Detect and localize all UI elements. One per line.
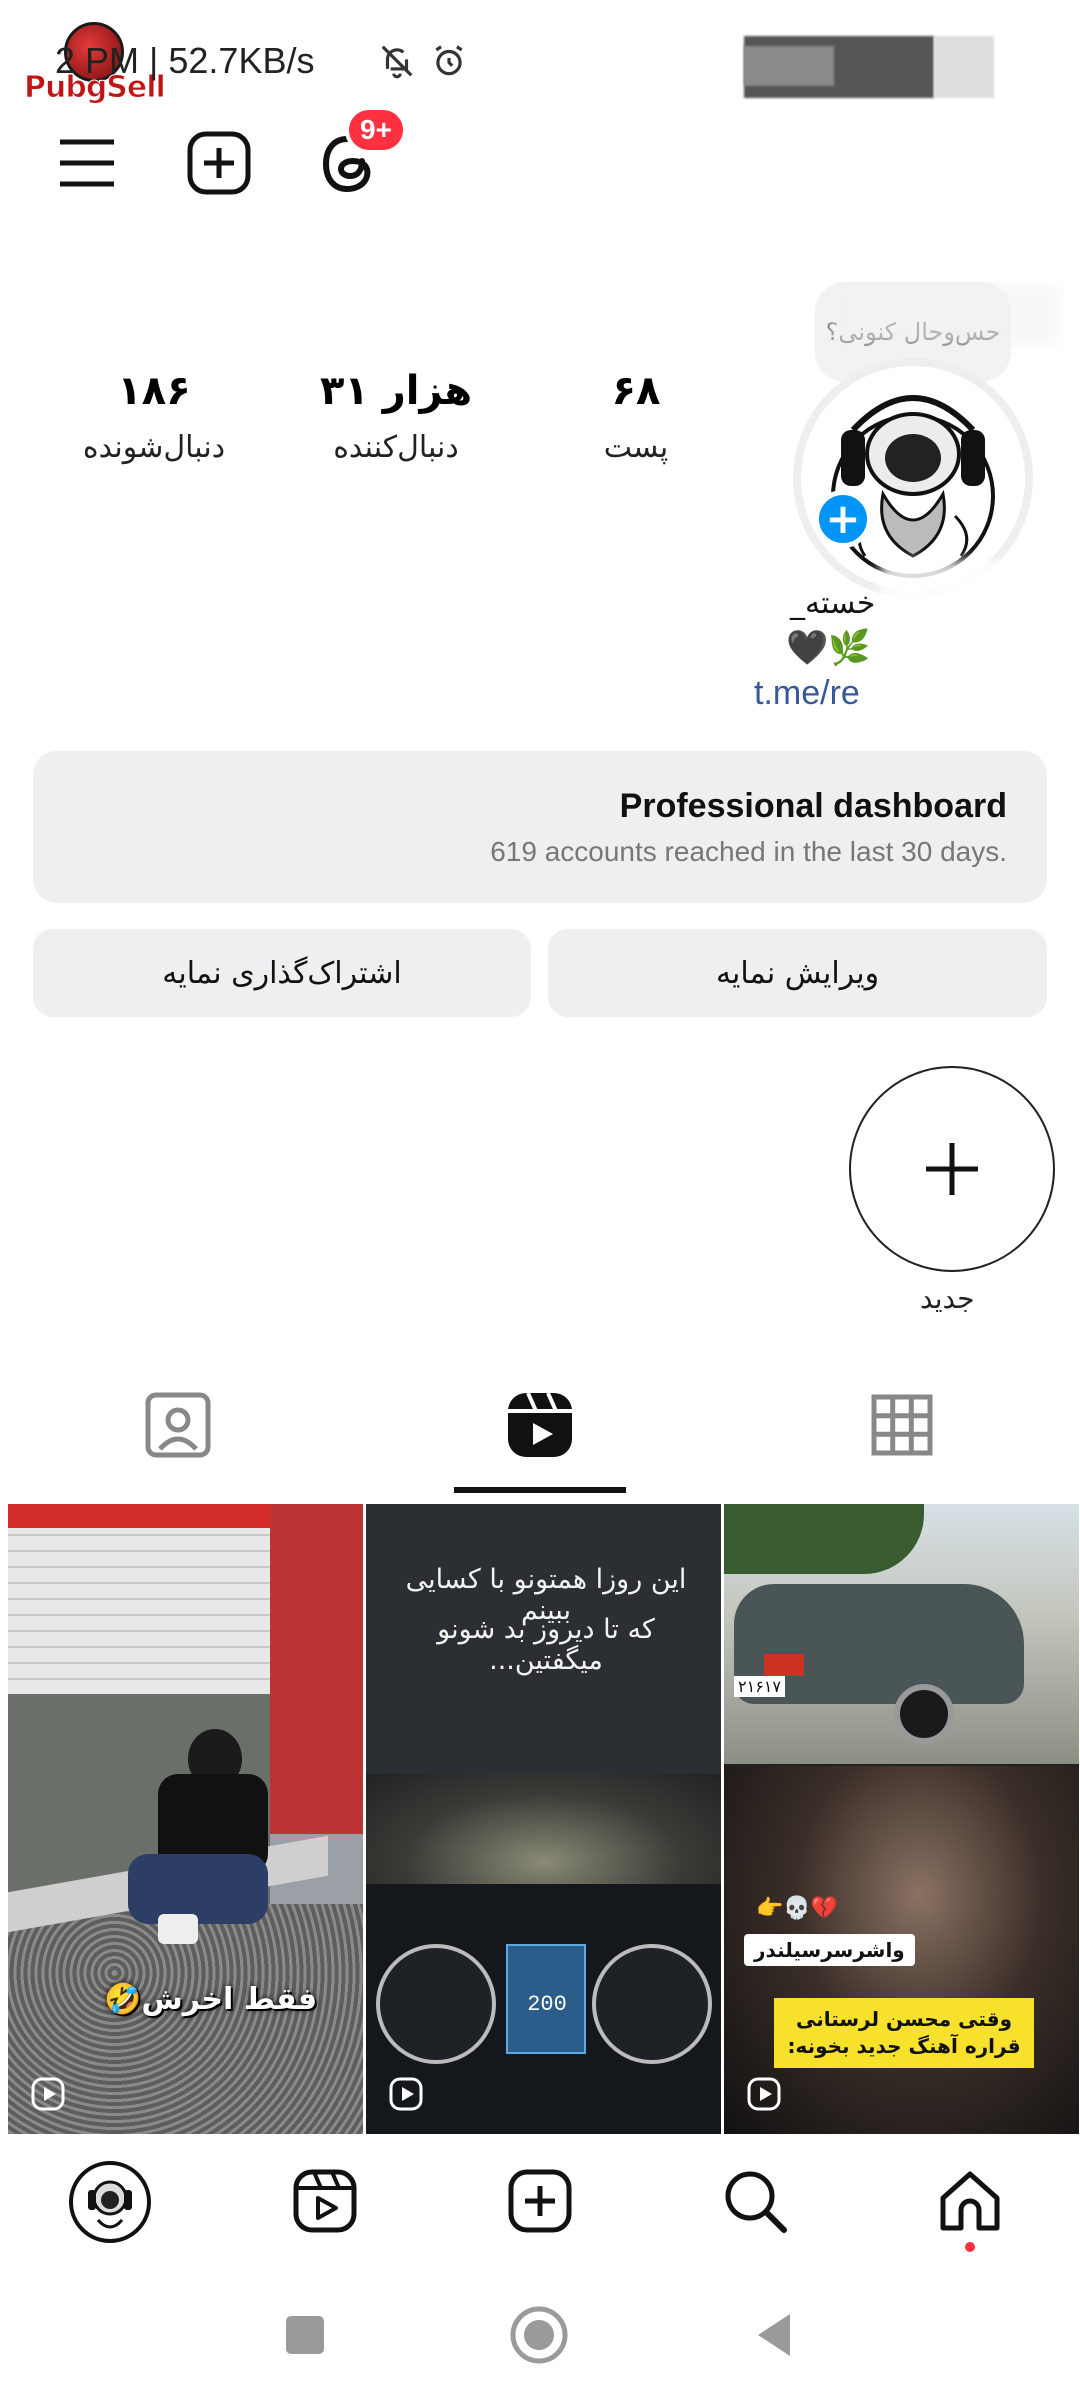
reel-2-caption-line2: که تا دیروز بد شونو میگفتین... — [437, 1614, 655, 1676]
stat-followers[interactable]: ۳۱ هزار دنبال‌کننده — [276, 368, 516, 465]
profile-bio: 🖤🌿 — [786, 628, 871, 668]
new-highlight-label: جدید — [920, 1282, 975, 1315]
status-time: 2 PM | 52.7KB/s — [55, 40, 315, 81]
back-button-icon[interactable] — [752, 2310, 794, 2360]
privacy-blur-note — [830, 285, 1060, 345]
tab-reels-icon[interactable] — [500, 1385, 580, 1465]
profile-name: خسته_ — [790, 586, 876, 621]
reel-3-caption: وقتی محسن لرستانی قراره آهنگ جدید بخونه: — [774, 1998, 1034, 2068]
tab-tagged-icon[interactable] — [138, 1385, 218, 1465]
share-profile-button[interactable]: اشتراک‌گذاری نمایه — [33, 929, 531, 1017]
reel-thumbnail-2[interactable]: این روزا همتونو با کسایی ببینم که تا دیر… — [366, 1504, 721, 2134]
create-post-icon[interactable] — [184, 128, 254, 198]
reel-thumbnail-3[interactable]: ۲۱۶۱۷ 💔💀👉 واشرسرسیلندر وقتی محسن لرستانی… — [724, 1504, 1079, 2134]
stat-followers-label: دنبال‌کننده — [333, 430, 459, 465]
edit-profile-button[interactable]: ویرایش نمایه — [548, 929, 1047, 1017]
stat-posts-label: پست — [603, 430, 669, 465]
new-highlight-button[interactable] — [849, 1066, 1055, 1272]
stat-following-count: ۱۸۶ — [117, 368, 191, 414]
status-icons — [378, 42, 468, 80]
reel-play-icon — [31, 2077, 65, 2111]
stat-following[interactable]: ۱۸۶ دنبال‌شونده — [34, 368, 274, 465]
privacy-blur — [880, 560, 1070, 720]
reel-1-caption: فقط اخرش🤣 — [104, 1982, 318, 2017]
reel-play-icon — [389, 2077, 423, 2111]
reel-thumbnail-1[interactable]: فقط اخرش🤣 — [8, 1504, 363, 2134]
stat-followers-count: ۳۱ هزار — [319, 368, 473, 414]
nav-reels-icon[interactable] — [290, 2166, 360, 2236]
add-story-plus-icon[interactable]: + — [814, 490, 872, 548]
reel-2-speed-readout: 200 — [527, 1992, 567, 2017]
nav-create-icon[interactable] — [505, 2166, 575, 2236]
alarm-icon — [435, 45, 463, 76]
reel-3-tag-emoji: 💔💀👉 — [756, 1896, 839, 1921]
reel-play-icon — [747, 2077, 781, 2111]
reel-3-tag: واشرسرسیلندر — [744, 1934, 915, 1966]
dashboard-subtitle: 619 accounts reached in the last 30 days… — [490, 836, 1007, 867]
active-tab-underline — [454, 1487, 626, 1493]
status-right-blurred — [744, 36, 994, 98]
home-button-icon[interactable] — [510, 2306, 568, 2364]
recent-apps-button[interactable] — [286, 2316, 324, 2354]
menu-icon[interactable] — [52, 128, 122, 198]
reel-3-plate: ۲۱۶۱۷ — [734, 1676, 785, 1697]
nav-home-icon[interactable] — [935, 2166, 1005, 2236]
professional-dashboard-card[interactable]: Professional dashboard 619 accounts reac… — [33, 751, 1047, 903]
dashboard-title: Professional dashboard — [619, 787, 1007, 825]
stat-posts-count: ۶۸ — [611, 368, 661, 414]
tab-grid-icon[interactable] — [862, 1385, 942, 1465]
plus-icon — [926, 1143, 978, 1195]
bell-muted-icon — [381, 45, 413, 79]
home-notification-dot — [965, 2242, 975, 2252]
notification-badge: 9+ — [345, 106, 407, 154]
stat-posts[interactable]: ۶۸ پست — [516, 368, 756, 465]
astronaut-dj-avatar-image — [801, 366, 1025, 590]
profile-link[interactable]: t.me/re — [754, 674, 860, 713]
stat-following-label: دنبال‌شونده — [82, 430, 226, 465]
nav-profile-avatar-icon[interactable] — [68, 2160, 152, 2244]
nav-search-icon[interactable] — [720, 2166, 790, 2236]
